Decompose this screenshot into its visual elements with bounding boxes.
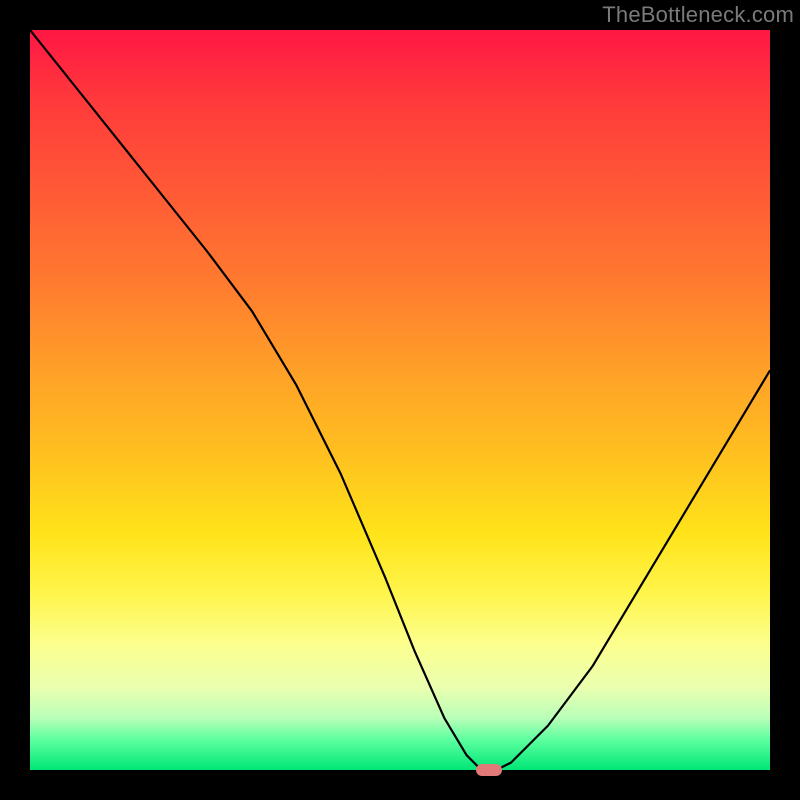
optimal-point-marker [476,764,502,776]
curve-svg [30,30,770,770]
bottleneck-curve [30,30,770,770]
chart-frame: TheBottleneck.com [0,0,800,800]
watermark-text: TheBottleneck.com [602,2,794,28]
plot-area [30,30,770,770]
